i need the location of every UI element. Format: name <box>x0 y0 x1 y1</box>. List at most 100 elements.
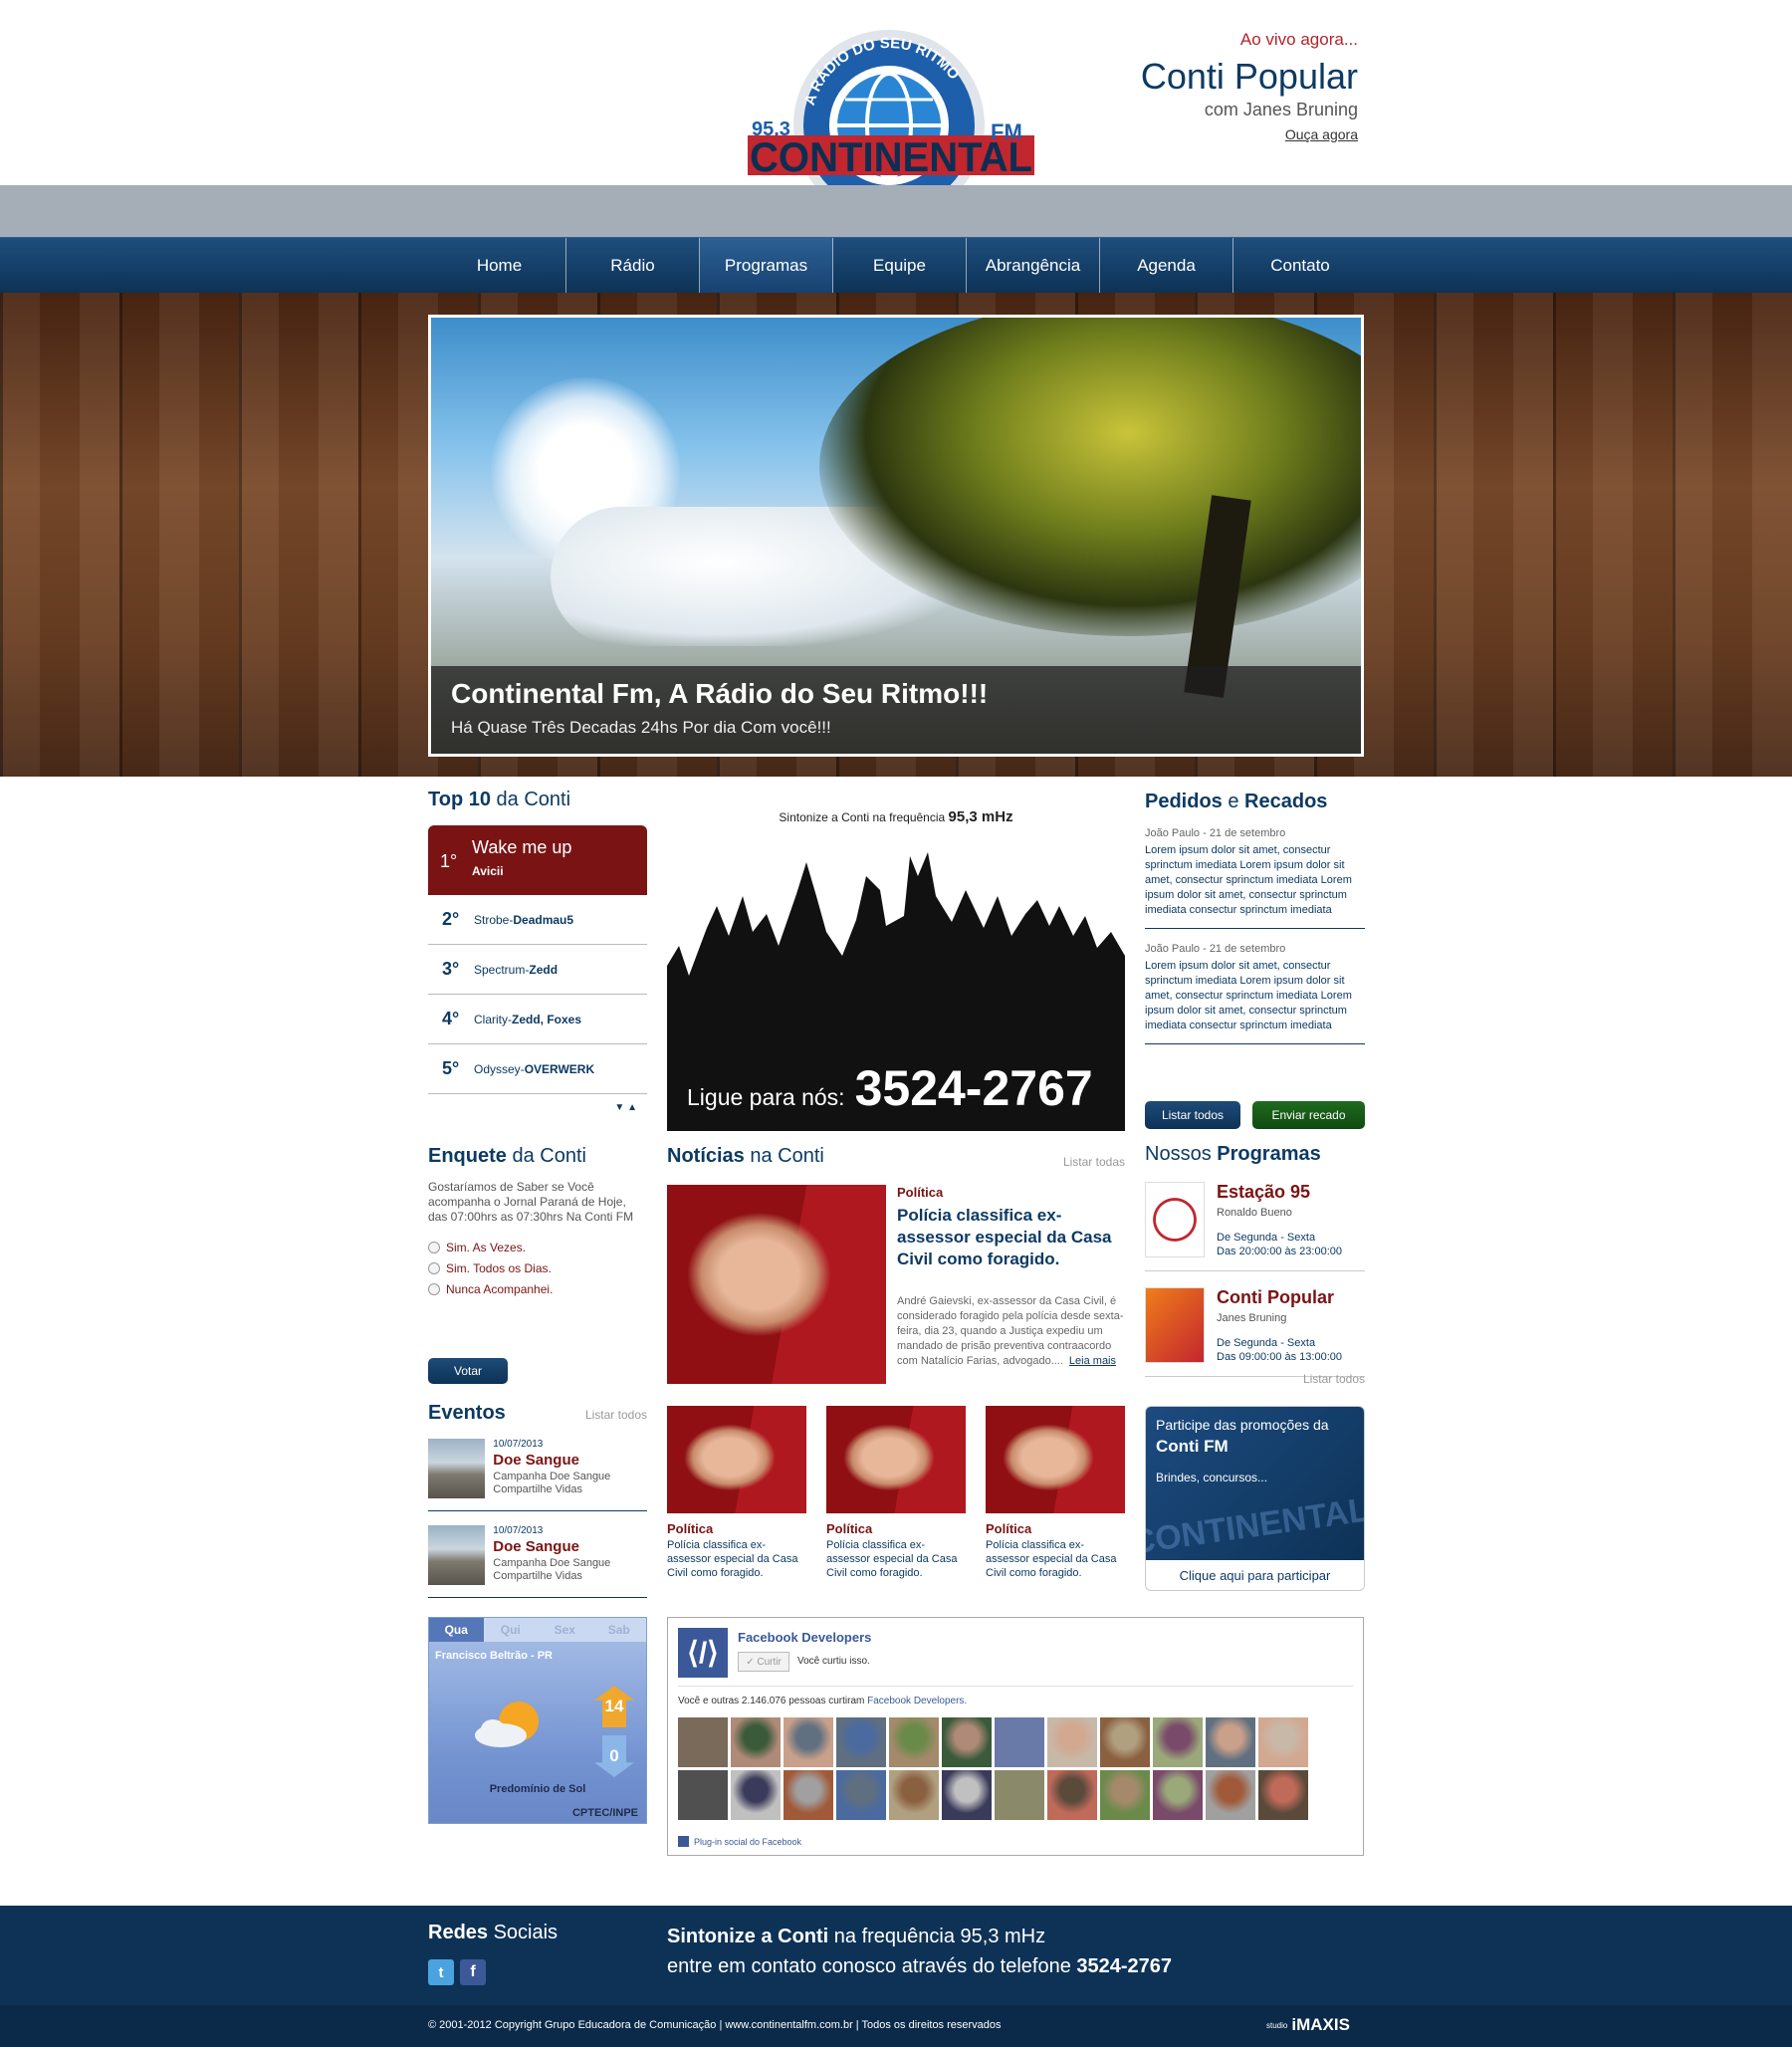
fan-avatar[interactable] <box>942 1770 992 1820</box>
weather-tab-qua[interactable]: Qua <box>429 1618 484 1642</box>
facebook-plugin-footer[interactable]: Plug-in social do Facebook <box>678 1836 801 1847</box>
promo-line2: Conti FM <box>1156 1437 1229 1456</box>
live-show-name: Conti Popular <box>1140 56 1358 97</box>
events-list-all-link[interactable]: Listar todos <box>585 1408 647 1422</box>
live-label: Ao vivo agora... <box>1239 30 1358 49</box>
news-headline[interactable]: Polícia classifica ex-assessor especial … <box>897 1205 1124 1270</box>
fan-avatar[interactable] <box>1153 1770 1203 1820</box>
read-more-link[interactable]: Leia mais <box>1069 1355 1116 1367</box>
events-section: Eventos Listar todos 10/07/2013 Doe Sangu… <box>428 1402 647 1598</box>
news-card[interactable]: Política Polícia classifica ex-assessor e… <box>667 1406 806 1580</box>
fan-avatar[interactable] <box>784 1770 833 1820</box>
fan-avatar[interactable] <box>1258 1770 1308 1820</box>
sun-cloud-icon <box>475 1702 539 1747</box>
programs-section: Nossos Programas Estação 95 Ronaldo Bueno… <box>1145 1143 1365 1377</box>
facebook-developers-logo[interactable]: ⟨/⟩ <box>678 1628 728 1678</box>
weather-tab-qui[interactable]: Qui <box>484 1618 539 1642</box>
facebook-like-count: Você e outras 2.146.076 pessoas curtiram… <box>678 1696 968 1706</box>
weather-tab-sab[interactable]: Sab <box>592 1618 647 1642</box>
promo-cta-link[interactable]: Clique aqui para participar <box>1146 1568 1364 1583</box>
news-headline[interactable]: Polícia classifica ex-assessor especial … <box>667 1538 806 1580</box>
fan-avatar[interactable] <box>942 1717 992 1767</box>
fan-avatar[interactable] <box>784 1717 833 1767</box>
fan-avatar[interactable] <box>836 1717 886 1767</box>
fan-avatar[interactable] <box>731 1717 781 1767</box>
news-headline[interactable]: Polícia classifica ex-assessor especial … <box>986 1538 1125 1580</box>
fan-avatar[interactable] <box>1100 1770 1150 1820</box>
facebook-icon[interactable]: f <box>460 1959 486 1985</box>
facebook-icon <box>678 1836 689 1847</box>
fan-avatar[interactable] <box>1258 1717 1308 1767</box>
message-author: João Paulo - 21 de setembro <box>1145 943 1286 955</box>
top10-item[interactable]: 5° Odyssey - OVERWERK <box>428 1044 647 1094</box>
facebook-page-name[interactable]: Facebook Developers <box>738 1630 871 1645</box>
nav-item-abrangencia[interactable]: Abrangência <box>967 238 1100 294</box>
top10-rank: 3° <box>442 959 460 979</box>
fan-avatar[interactable] <box>1206 1770 1255 1820</box>
news-card[interactable]: Política Polícia classifica ex-assessor e… <box>986 1406 1125 1580</box>
radio-button[interactable] <box>428 1242 440 1253</box>
event-item[interactable]: 10/07/2013 Doe Sangue Campanha Doe Sangue … <box>428 1439 647 1511</box>
program-item[interactable]: Conti Popular Janes Bruning De Segunda - S… <box>1145 1287 1365 1377</box>
send-message-button[interactable]: Enviar recado <box>1252 1101 1365 1129</box>
facebook-like-button[interactable]: ✓ Curtir <box>738 1652 789 1672</box>
nav-item-equipe[interactable]: Equipe <box>833 238 967 294</box>
radio-button[interactable] <box>428 1283 440 1295</box>
top10-item-1[interactable]: 1° Wake me up Avicii <box>428 825 647 895</box>
fan-avatar[interactable] <box>1153 1717 1203 1767</box>
fan-avatar[interactable] <box>1206 1717 1255 1767</box>
promotions-banner[interactable]: Participe das promoções da Conti FM Brin… <box>1145 1406 1365 1591</box>
programs-list-all-link[interactable]: Listar todos <box>1145 1372 1365 1386</box>
top10-item[interactable]: 4° Clarity - Zedd, Foxes <box>428 995 647 1044</box>
news-photo <box>667 1406 806 1513</box>
news-card[interactable]: Política Polícia classifica ex-assessor e… <box>826 1406 966 1580</box>
poll-option[interactable]: Sim. As Vezes. <box>428 1241 647 1254</box>
poll-option[interactable]: Sim. Todos os Dias. <box>428 1261 647 1275</box>
nav-item-contato[interactable]: Contato <box>1233 238 1367 294</box>
nav-item-radio[interactable]: Rádio <box>566 238 700 294</box>
fan-avatar[interactable] <box>1047 1717 1097 1767</box>
top10-rank: 1° <box>440 851 458 871</box>
fan-avatar[interactable] <box>731 1770 781 1820</box>
event-name: Doe Sangue <box>493 1538 579 1555</box>
news-headline[interactable]: Polícia classifica ex-assessor especial … <box>826 1538 966 1580</box>
listen-now-link[interactable]: Ouça agora <box>960 126 1358 142</box>
top10-scroll-arrows[interactable]: ▼ ▲ <box>428 1102 647 1113</box>
live-now-box: Ao vivo agora... Conti Popular com Janes… <box>960 30 1358 142</box>
top10-item[interactable]: 2° Strobe - Deadmau5 <box>428 895 647 945</box>
nav-item-programas[interactable]: Programas <box>700 238 833 294</box>
vote-button[interactable]: Votar <box>428 1358 508 1384</box>
twitter-icon[interactable]: t <box>428 1959 454 1985</box>
fan-avatar[interactable] <box>889 1717 939 1767</box>
fan-avatar[interactable] <box>889 1770 939 1820</box>
program-logo <box>1145 1182 1205 1257</box>
promo-line1: Participe das promoções da <box>1156 1417 1329 1433</box>
fan-avatar[interactable] <box>995 1717 1044 1767</box>
top10-item[interactable]: 3° Spectrum - Zedd <box>428 945 647 995</box>
fan-avatar[interactable] <box>995 1770 1044 1820</box>
radio-button[interactable] <box>428 1262 440 1274</box>
top10-song: Odyssey <box>474 1061 521 1076</box>
studio-credit[interactable]: studio iMAXIS <box>1266 2015 1350 2035</box>
nav-item-agenda[interactable]: Agenda <box>1100 238 1233 294</box>
event-item[interactable]: 10/07/2013 Doe Sangue Campanha Doe Sangue … <box>428 1525 647 1598</box>
fan-avatar[interactable] <box>1100 1717 1150 1767</box>
top10-song: Spectrum <box>474 962 526 977</box>
top10-artist: Zedd, Foxes <box>512 1012 582 1026</box>
top10-rank: 5° <box>442 1058 460 1078</box>
fan-avatar[interactable] <box>678 1770 728 1820</box>
fan-avatar[interactable] <box>1047 1770 1097 1820</box>
divider <box>678 1686 1353 1687</box>
news-list-all-link[interactable]: Listar todas <box>1063 1155 1125 1169</box>
featured-news[interactable]: Política Polícia classifica ex-assessor … <box>667 1185 1125 1384</box>
poll-question: Gostaríamos de Saber se Você acompanha o… <box>428 1180 634 1224</box>
news-photo <box>986 1406 1125 1513</box>
nav-item-home[interactable]: Home <box>433 238 566 294</box>
fan-avatar[interactable] <box>678 1717 728 1767</box>
program-item[interactable]: Estação 95 Ronaldo Bueno De Segunda - Sext… <box>1145 1182 1365 1271</box>
hero-slider[interactable]: Continental Fm, A Rádio do Seu Ritmo!!! … <box>428 315 1364 757</box>
weather-tab-sex[interactable]: Sex <box>538 1618 592 1642</box>
poll-option[interactable]: Nunca Acompanhei. <box>428 1282 647 1296</box>
list-messages-button[interactable]: Listar todos <box>1145 1101 1240 1129</box>
fan-avatar[interactable] <box>836 1770 886 1820</box>
